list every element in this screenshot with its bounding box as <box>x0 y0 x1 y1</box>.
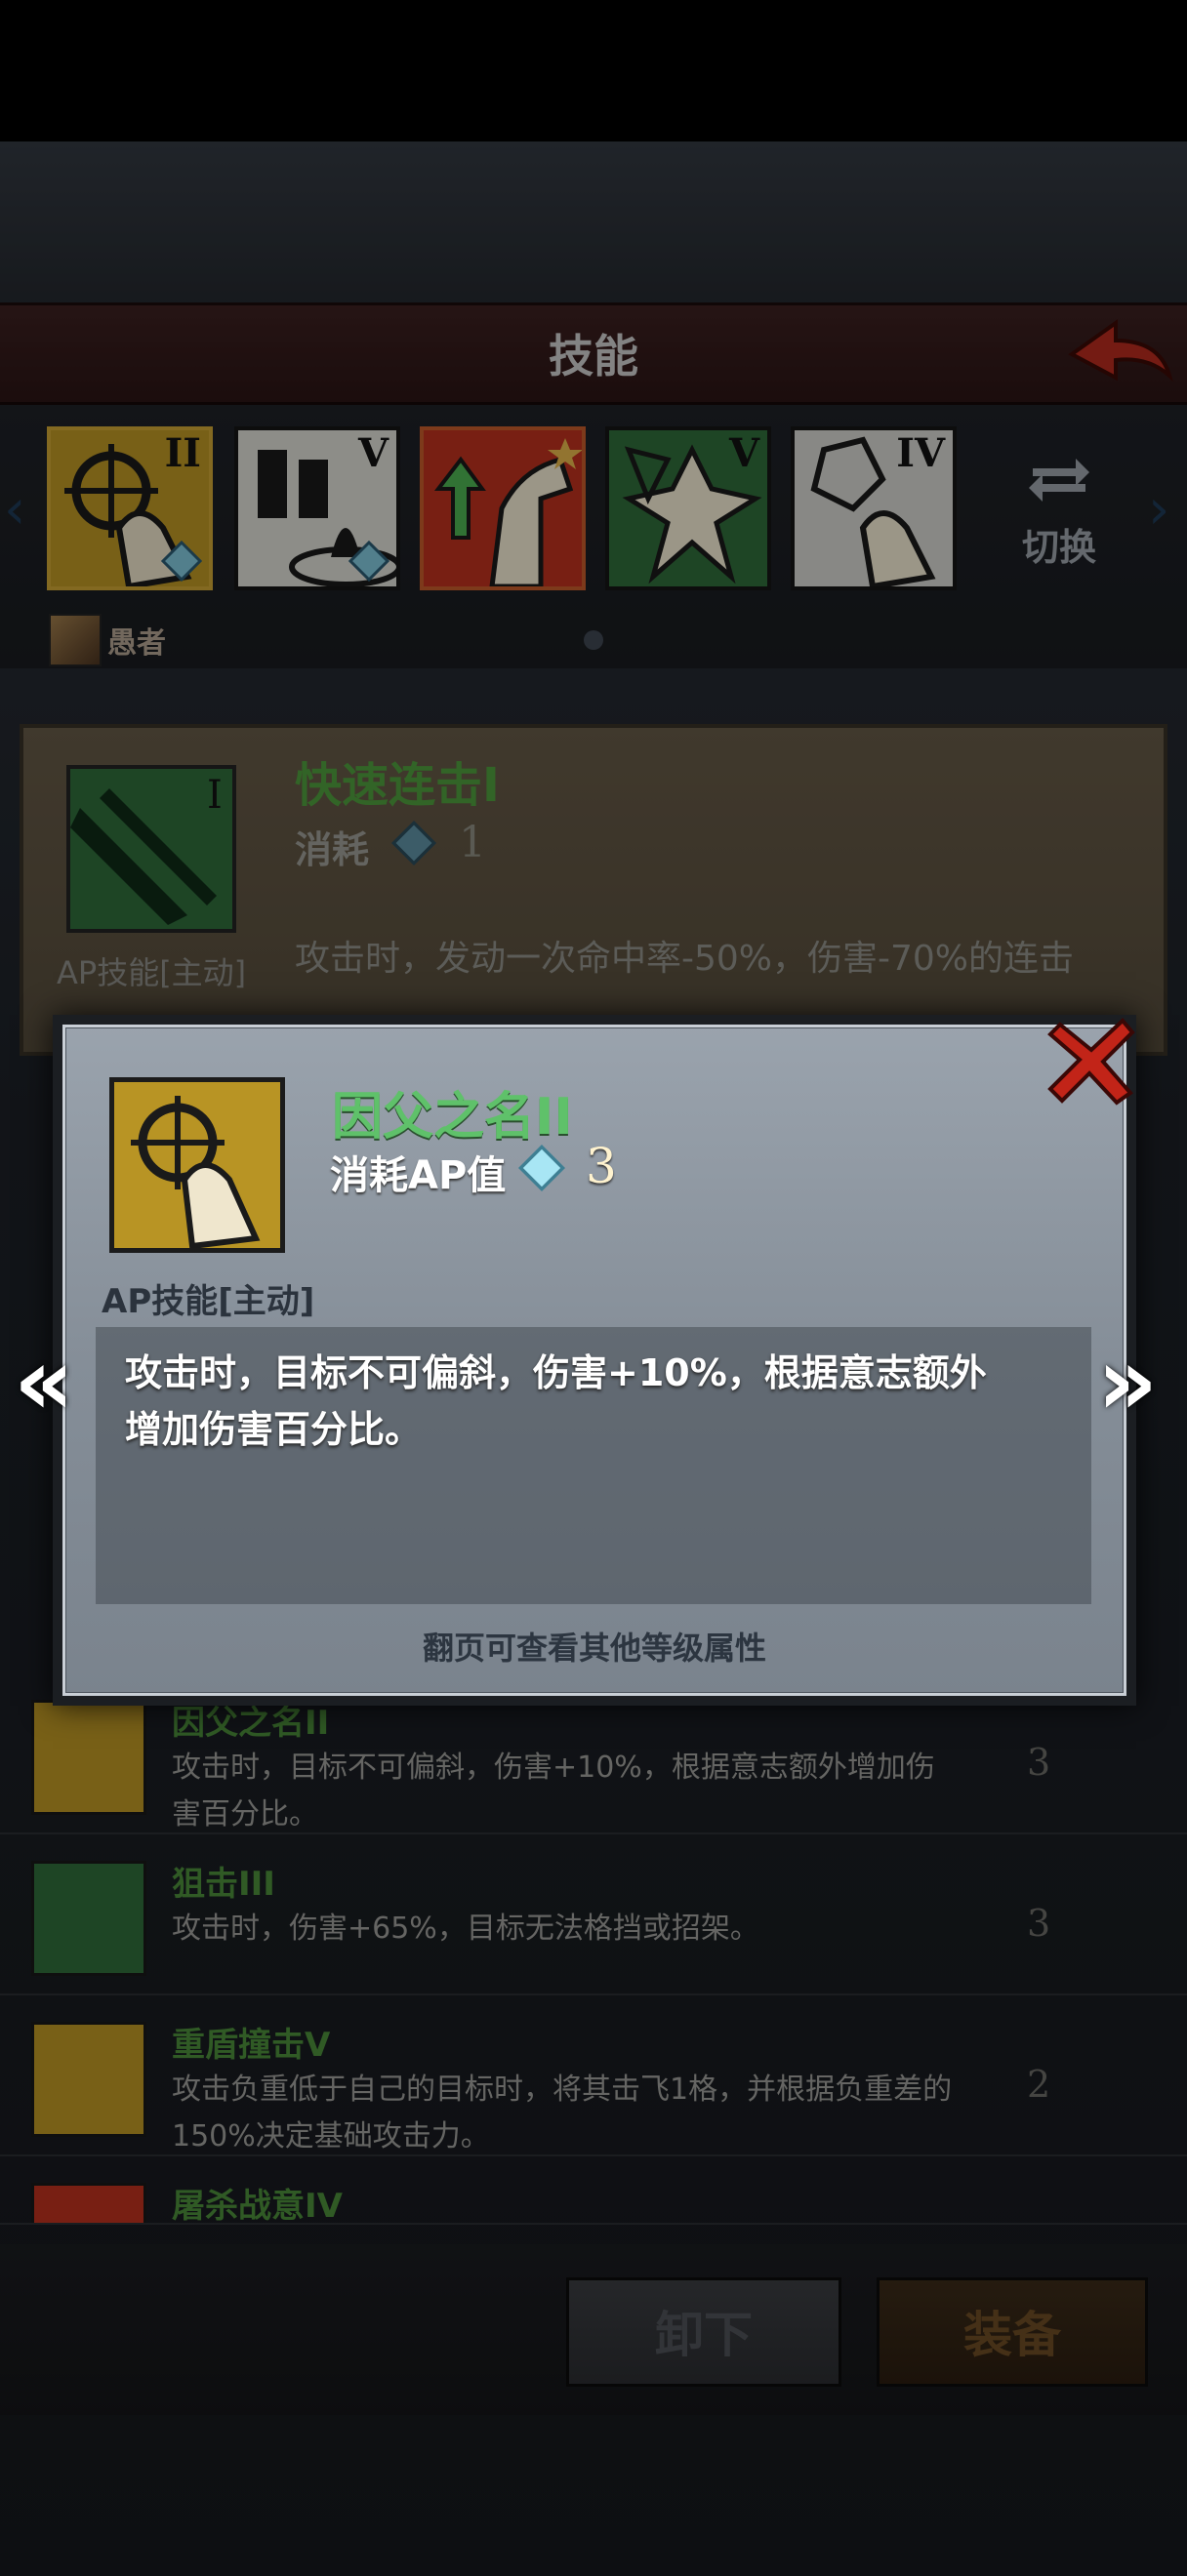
modal-cost-value: 3 <box>586 1138 617 1194</box>
modal-page-hint: 翻页可查看其他等级属性 <box>422 1630 766 1667</box>
prev-page-button[interactable]: « <box>14 1327 74 1436</box>
close-icon <box>1047 1018 1135 1106</box>
crosshair-hand-icon <box>131 1096 261 1248</box>
modal-description: 攻击时，目标不可偏斜，伤害+10%，根据意志额外 增加伤害百分比。 <box>125 1351 987 1451</box>
gem-icon <box>517 1144 566 1192</box>
modal-skill-title: 因父之名II <box>332 1088 573 1147</box>
close-button[interactable] <box>1043 1011 1140 1108</box>
modal-skill-icon <box>109 1077 285 1253</box>
modal-cost-label: 消耗AP值 <box>330 1153 507 1198</box>
status-bar <box>0 0 1187 141</box>
next-page-button[interactable]: » <box>1097 1327 1158 1436</box>
modal-skill-type: AP技能[主动] <box>102 1282 315 1321</box>
